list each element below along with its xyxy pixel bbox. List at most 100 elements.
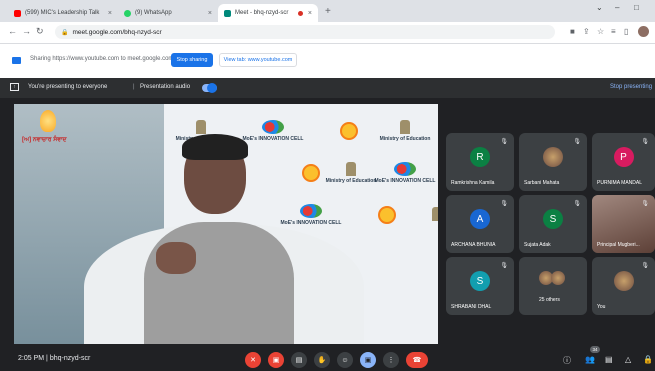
tab-whatsapp[interactable]: (9) WhatsApp × — [118, 4, 218, 22]
avatar: S — [470, 271, 490, 291]
participant-name: SHRABANI DHAL — [451, 304, 492, 310]
avatar — [543, 147, 563, 167]
participant-tile[interactable]: 🎙 S SHRABANI DHAL — [446, 257, 514, 315]
camera-off-button[interactable]: ▣ — [268, 352, 284, 368]
divider: | — [46, 355, 48, 362]
ministry-banner: Ministry of Education — [368, 112, 438, 150]
url-text: meet.google.com/bhq-nzyd-scr — [72, 28, 162, 36]
emoji-button[interactable]: ☺ — [337, 352, 353, 368]
participant-count-badge: 34 — [590, 346, 600, 353]
tab-label: (9) WhatsApp — [135, 10, 172, 16]
restore-button[interactable]: – — [615, 3, 619, 12]
aicte-logo-icon — [378, 206, 396, 224]
innovation-cell-logo-icon — [394, 162, 416, 176]
avatar: S — [543, 209, 563, 229]
star-icon[interactable]: ☆ — [597, 27, 604, 36]
chat-icon[interactable]: ▤ — [605, 355, 613, 364]
sidepanel-icon[interactable]: ▯ — [624, 27, 628, 36]
participant-tile[interactable]: 🎙 Principal Mugberi... — [592, 195, 655, 253]
participant-tile[interactable]: 🎙 P PURNIMA MANDAL — [592, 133, 655, 191]
view-tab-button[interactable]: View tab: www.youtube.com — [219, 53, 297, 67]
tab-label: Meet - bhq-nzyd-scr — [235, 10, 289, 16]
youtube-icon — [14, 9, 21, 17]
address-bar: ← → ↻ 🔒 meet.google.com/bhq-nzyd-scr ■ ⇪… — [0, 22, 655, 44]
clock-time: 2:05 PM — [18, 355, 45, 362]
innovation-cell-logo-icon — [262, 120, 284, 134]
national-emblem-icon — [400, 120, 410, 134]
profile-avatar[interactable] — [638, 26, 649, 37]
speaker-hand — [156, 242, 196, 274]
participant-name: PURNIMA MANDAL — [597, 180, 643, 186]
others-count: 25 others — [539, 297, 560, 303]
mic-off-icon: 🎙 — [573, 139, 581, 145]
reload-icon[interactable]: ↻ — [36, 26, 44, 37]
bulb-icon — [40, 110, 56, 132]
mic-off-button[interactable]: ✕ — [245, 352, 261, 368]
participant-tile-others[interactable]: 25 others — [519, 257, 587, 315]
participant-tile[interactable]: 🎙 A ARCHANA BHUNIA — [446, 195, 514, 253]
presentation-audio-label: Presentation audio — [140, 84, 191, 90]
whatsapp-icon — [124, 9, 131, 17]
presentation-audio-toggle[interactable] — [202, 83, 217, 93]
close-tab-icon[interactable]: × — [208, 10, 212, 17]
minimize-button[interactable]: ⌄ — [596, 3, 603, 12]
avatar — [551, 271, 565, 285]
avatar: P — [613, 147, 634, 167]
avatar — [613, 271, 634, 291]
avatar: A — [470, 209, 490, 229]
stop-presenting-button[interactable]: Stop presenting — [610, 84, 652, 90]
participant-tile[interactable]: 🎙 R Ramkrishna Kamila — [446, 133, 514, 191]
people-icon[interactable]: 👥 — [585, 355, 595, 364]
stop-sharing-button[interactable]: Stop sharing — [171, 53, 213, 67]
recording-dot-icon — [297, 10, 303, 16]
participant-tile-self[interactable]: 🎙 You — [592, 257, 655, 315]
leave-call-button[interactable]: ☎ — [406, 352, 428, 368]
maximize-button[interactable]: □ — [634, 3, 639, 12]
participant-name: Ramkrishna Kamila — [451, 180, 495, 186]
speaker-figure — [84, 134, 364, 344]
reading-list-icon[interactable]: ≡ — [611, 27, 616, 36]
lock-icon[interactable]: 🔒 — [643, 355, 653, 364]
participant-name: You — [597, 304, 606, 310]
speaker-hair — [182, 134, 248, 160]
innovation-banner: MoE's INNOVATION CELL — [368, 154, 438, 192]
channel-logo: [ਅ] ਨਵਾਚਾਰ ਸੰਵਾਦ — [18, 108, 78, 148]
mic-off-icon: 🎙 — [500, 263, 508, 269]
forward-arrow-icon[interactable]: → — [22, 26, 31, 36]
national-emblem-icon — [432, 207, 438, 221]
presentation-header: ↑ You're presenting to everyone | Presen… — [0, 78, 655, 98]
url-input[interactable]: 🔒 meet.google.com/bhq-nzyd-scr — [55, 25, 555, 39]
present-button[interactable]: ▣ — [360, 352, 376, 368]
ministry-text: Ministry of Education — [379, 136, 431, 142]
participant-tile[interactable]: 🎙 Sarbani Mahata — [519, 133, 587, 191]
mic-off-icon: 🎙 — [573, 201, 581, 207]
back-arrow-icon[interactable]: ← — [8, 26, 17, 36]
activities-icon[interactable]: △ — [625, 355, 631, 364]
sharing-text: Sharing https://www.youtube.com to meet.… — [30, 56, 174, 62]
meeting-code: bhq-nzyd-scr — [49, 355, 91, 362]
presentation-video: [ਅ] ਨਵਾਚਾਰ ਸੰਵਾਦ Ministry of Education M… — [14, 104, 438, 344]
participant-name: Sarbani Mahata — [524, 180, 560, 186]
presenting-text: You're presenting to everyone — [28, 84, 108, 90]
participant-name: Sujata Adak — [524, 242, 551, 248]
divider: | — [133, 84, 135, 90]
participant-name: Principal Mugberi... — [597, 242, 640, 248]
captions-button[interactable]: ▤ — [291, 352, 307, 368]
close-tab-icon[interactable]: × — [108, 10, 112, 17]
info-icon[interactable]: ⓘ — [563, 355, 571, 366]
raise-hand-button[interactable]: ✋ — [314, 352, 330, 368]
new-tab-button[interactable]: + — [325, 6, 331, 17]
speaker-vest — [144, 222, 294, 344]
mic-off-icon: 🎙 — [641, 201, 649, 207]
participant-name: ARCHANA BHUNIA — [451, 242, 496, 248]
close-tab-icon[interactable]: × — [308, 10, 312, 17]
tab-meet[interactable]: Meet - bhq-nzyd-scr × — [218, 4, 318, 22]
tab-youtube[interactable]: (599) MIC's Leadership Talk × — [8, 4, 118, 22]
camera-icon[interactable]: ■ — [570, 27, 575, 36]
more-options-button[interactable]: ⋮ — [383, 352, 399, 368]
mic-off-icon: 🎙 — [500, 139, 508, 145]
tab-label: (599) MIC's Leadership Talk — [25, 10, 100, 16]
share-icon[interactable]: ⇪ — [583, 27, 590, 36]
participant-tile[interactable]: 🎙 S Sujata Adak — [519, 195, 587, 253]
present-screen-icon: ↑ — [10, 83, 19, 91]
